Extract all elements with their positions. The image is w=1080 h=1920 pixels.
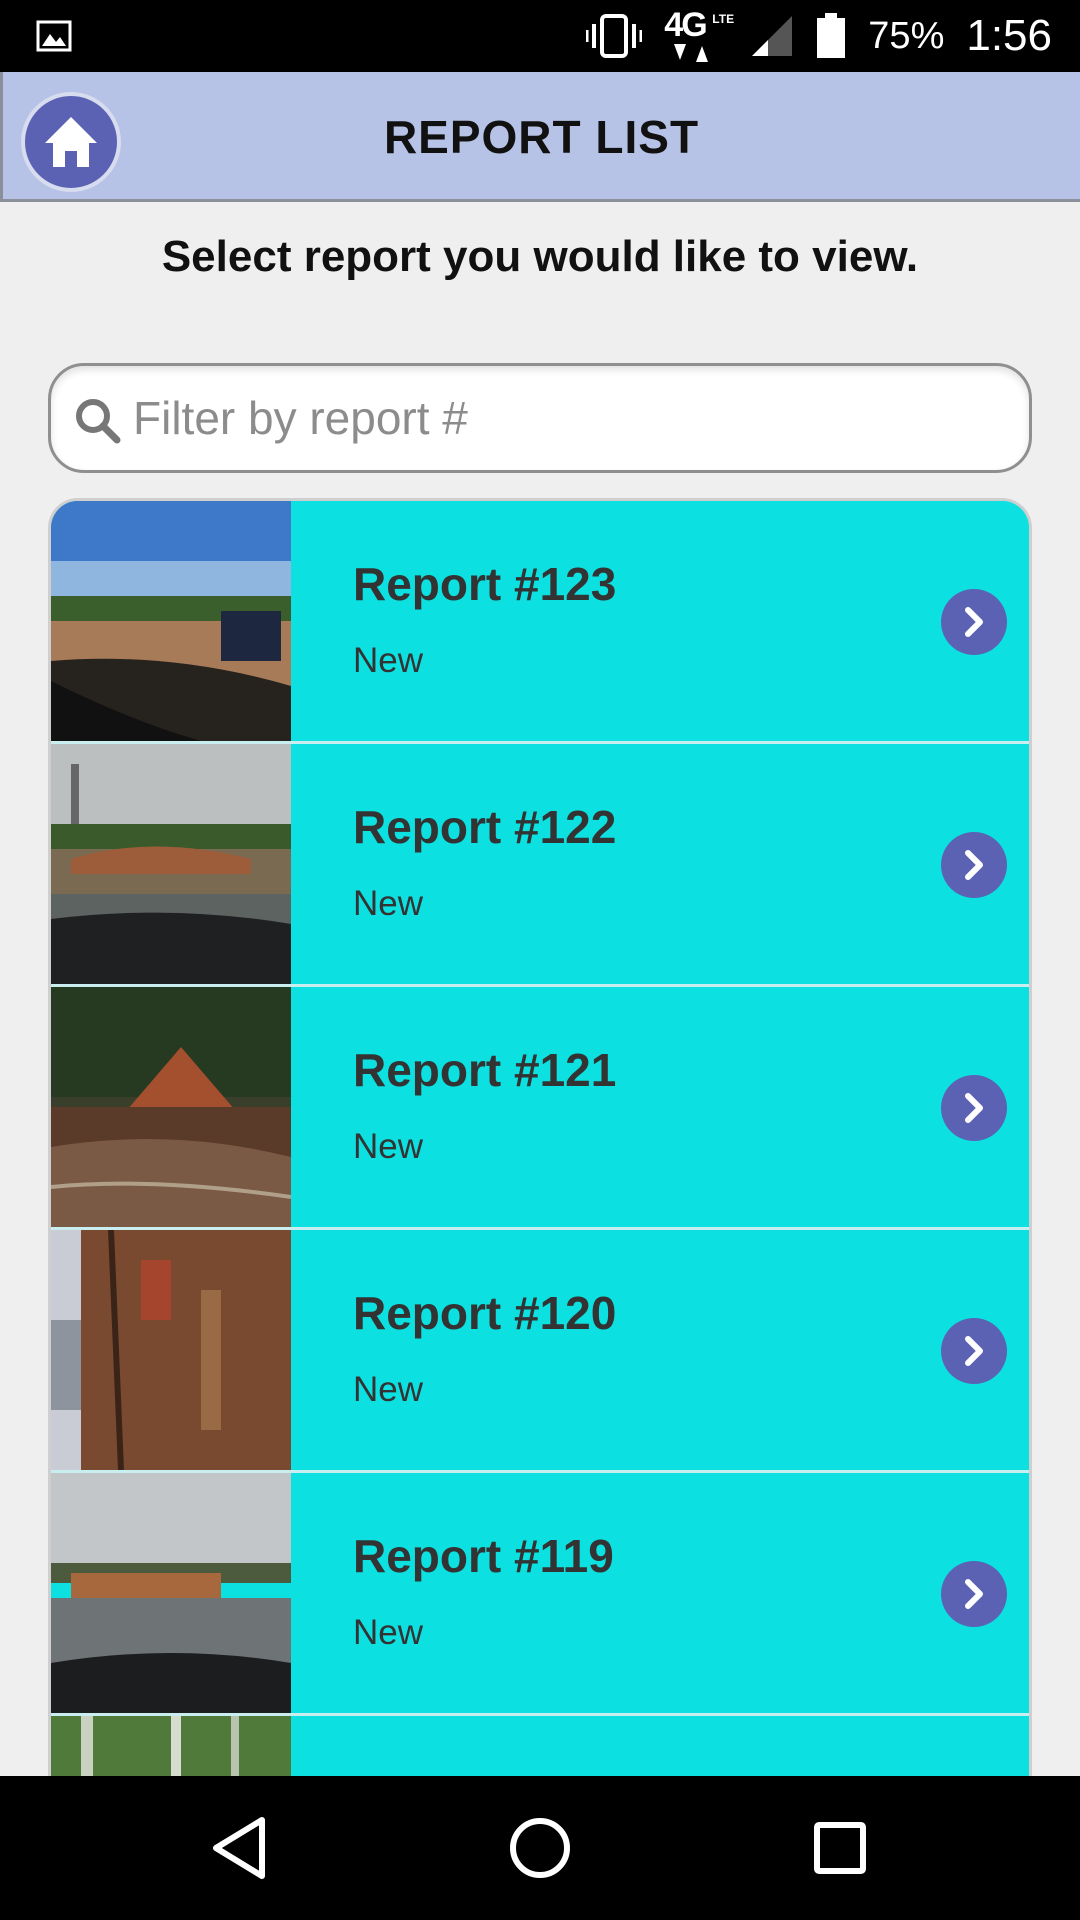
recents-button[interactable] [790,1800,890,1896]
navigation-bar [0,1776,1080,1920]
home-icon [45,117,97,167]
report-row[interactable]: Report #122 New [51,744,1029,987]
recents-icon [814,1822,866,1874]
report-thumbnail [51,744,291,984]
open-report-button[interactable] [941,1318,1007,1384]
report-status: New [353,1613,424,1652]
report-title: Report #122 [353,801,617,853]
home-nav-button[interactable] [490,1800,590,1896]
report-status: New [353,641,424,680]
chevron-right-icon [965,1093,983,1123]
clock: 1:56 [966,11,1052,60]
report-thumbnail [51,501,291,741]
status-bar: 4G LTE 75% 1:56 [0,0,1080,72]
search-input[interactable] [133,366,1013,470]
report-status: New [353,1127,424,1166]
report-row[interactable]: Report #120 New [51,1230,1029,1473]
network-sub-label: LTE [712,12,735,26]
report-title: Report #121 [353,1044,617,1096]
search-icon [76,399,121,444]
report-status: New [353,884,424,923]
home-circle-icon [510,1818,570,1878]
chevron-right-icon [965,607,983,637]
instruction-text: Select report you would like to view. [161,232,919,281]
app-header: REPORT LIST [0,72,1080,202]
vibrate-icon [586,14,643,58]
status-icons: 4G LTE 75% 1:56 [586,0,1052,72]
search-box [48,363,1032,473]
battery-percent: 75% [868,14,945,57]
report-thumbnail [51,1473,291,1713]
home-button[interactable] [21,92,121,192]
report-row[interactable]: Report #121 New [51,987,1029,1230]
report-row[interactable]: Report #123 New [51,501,1029,744]
report-title: Report #120 [353,1287,617,1339]
network-label: 4G [664,6,707,44]
report-thumbnail [51,1716,291,1776]
open-report-button[interactable] [941,589,1007,655]
signal-icon [752,16,793,56]
report-thumbnail [51,987,291,1227]
page-title: REPORT LIST [383,111,700,163]
report-row[interactable] [51,1716,1029,1776]
report-status: New [353,1370,424,1409]
report-title: Report #123 [353,558,617,610]
report-title: Report #119 [353,1530,614,1582]
battery-icon [817,13,846,58]
back-icon [213,1817,265,1879]
open-report-button[interactable] [941,1075,1007,1141]
open-report-button[interactable] [941,832,1007,898]
network-4g-icon: 4G LTE [664,6,734,66]
open-report-button[interactable] [941,1561,1007,1627]
back-button[interactable] [190,1800,290,1896]
report-list: Report #123 New Report #122 New Report #… [48,498,1032,1776]
report-thumbnail [51,1230,291,1470]
chevron-right-icon [965,1579,983,1609]
gallery-icon [36,20,72,52]
report-row[interactable]: Report #119 New [51,1473,1029,1716]
chevron-right-icon [965,850,983,880]
chevron-right-icon [965,1336,983,1366]
